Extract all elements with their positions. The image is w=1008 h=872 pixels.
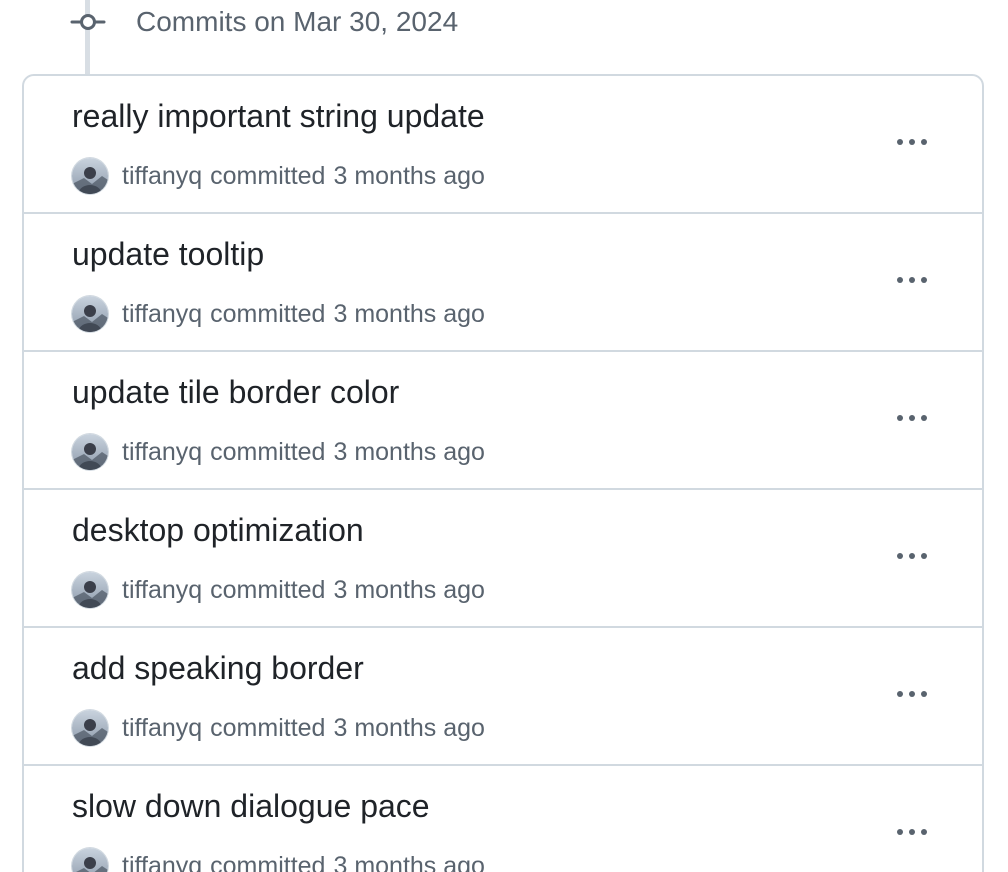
commit-time: 3 months ago bbox=[333, 161, 485, 190]
more-options-button[interactable] bbox=[888, 122, 936, 162]
commit-row: slow down dialogue pace tiffanyq committ… bbox=[24, 766, 982, 872]
ellipsis-dot bbox=[909, 139, 915, 145]
ellipsis-dot bbox=[921, 829, 927, 835]
commit-row: update tile border color tiffanyq commit… bbox=[24, 352, 982, 490]
author-avatar[interactable] bbox=[72, 434, 108, 470]
committed-label: committed bbox=[210, 713, 326, 742]
commit-meta: tiffanyq committed 3 months ago bbox=[72, 158, 485, 194]
ellipsis-dot bbox=[921, 277, 927, 283]
ellipsis-dot bbox=[921, 553, 927, 559]
commit-time: 3 months ago bbox=[333, 575, 485, 604]
author-avatar[interactable] bbox=[72, 572, 108, 608]
more-options-button[interactable] bbox=[888, 674, 936, 714]
ellipsis-icon bbox=[897, 553, 903, 559]
ellipsis-dot bbox=[921, 415, 927, 421]
commit-meta: tiffanyq committed 3 months ago bbox=[72, 710, 485, 746]
ellipsis-icon bbox=[897, 277, 903, 283]
ellipsis-dot bbox=[921, 691, 927, 697]
commit-message-link[interactable]: add speaking border bbox=[72, 650, 364, 687]
more-options-button[interactable] bbox=[888, 536, 936, 576]
commit-time: 3 months ago bbox=[333, 437, 485, 466]
committed-label: committed bbox=[210, 161, 326, 190]
author-link[interactable]: tiffanyq bbox=[122, 438, 202, 467]
author-avatar[interactable] bbox=[72, 158, 108, 194]
ellipsis-dot bbox=[909, 829, 915, 835]
more-options-button[interactable] bbox=[888, 398, 936, 438]
committed-label: committed bbox=[210, 299, 326, 328]
committed-label: committed bbox=[210, 437, 326, 466]
commit-meta: tiffanyq committed 3 months ago bbox=[72, 572, 485, 608]
author-avatar[interactable] bbox=[72, 710, 108, 746]
author-link[interactable]: tiffanyq bbox=[122, 162, 202, 191]
ellipsis-dot bbox=[909, 277, 915, 283]
commit-meta: tiffanyq committed 3 months ago bbox=[72, 848, 485, 872]
commit-message-link[interactable]: slow down dialogue pace bbox=[72, 788, 430, 825]
commit-meta: tiffanyq committed 3 months ago bbox=[72, 434, 485, 470]
commit-message-link[interactable]: really important string update bbox=[72, 98, 485, 135]
ellipsis-dot bbox=[921, 139, 927, 145]
author-link[interactable]: tiffanyq bbox=[122, 714, 202, 743]
author-avatar[interactable] bbox=[72, 296, 108, 332]
commit-row: really important string update tiffanyq … bbox=[24, 76, 982, 214]
commit-group-title: Commits on Mar 30, 2024 bbox=[136, 6, 459, 37]
commit-message-link[interactable]: update tooltip bbox=[72, 236, 264, 273]
commit-message-link[interactable]: update tile border color bbox=[72, 374, 399, 411]
ellipsis-dot bbox=[909, 415, 915, 421]
more-options-button[interactable] bbox=[888, 260, 936, 300]
commit-time: 3 months ago bbox=[333, 299, 485, 328]
commit-row: update tooltip tiffanyq committed 3 mont… bbox=[24, 214, 982, 352]
commit-time: 3 months ago bbox=[333, 713, 485, 742]
commit-history-page: Commits on Mar 30, 2024 really important… bbox=[0, 0, 1008, 872]
author-link[interactable]: tiffanyq bbox=[122, 576, 202, 605]
ellipsis-icon bbox=[897, 415, 903, 421]
git-commit-icon bbox=[70, 0, 106, 44]
author-link[interactable]: tiffanyq bbox=[122, 300, 202, 329]
author-avatar[interactable] bbox=[72, 848, 108, 872]
commit-list: really important string update tiffanyq … bbox=[22, 74, 984, 872]
commit-meta: tiffanyq committed 3 months ago bbox=[72, 296, 485, 332]
commit-row: add speaking border tiffanyq committed 3… bbox=[24, 628, 982, 766]
ellipsis-icon bbox=[897, 829, 903, 835]
ellipsis-dot bbox=[909, 691, 915, 697]
ellipsis-icon bbox=[897, 139, 903, 145]
ellipsis-dot bbox=[909, 553, 915, 559]
committed-label: committed bbox=[210, 851, 326, 872]
author-link[interactable]: tiffanyq bbox=[122, 852, 202, 872]
commit-group-header: Commits on Mar 30, 2024 bbox=[70, 0, 458, 44]
more-options-button[interactable] bbox=[888, 812, 936, 852]
ellipsis-icon bbox=[897, 691, 903, 697]
commit-row: desktop optimization tiffanyq committed … bbox=[24, 490, 982, 628]
commit-message-link[interactable]: desktop optimization bbox=[72, 512, 364, 549]
commit-time: 3 months ago bbox=[333, 851, 485, 872]
committed-label: committed bbox=[210, 575, 326, 604]
